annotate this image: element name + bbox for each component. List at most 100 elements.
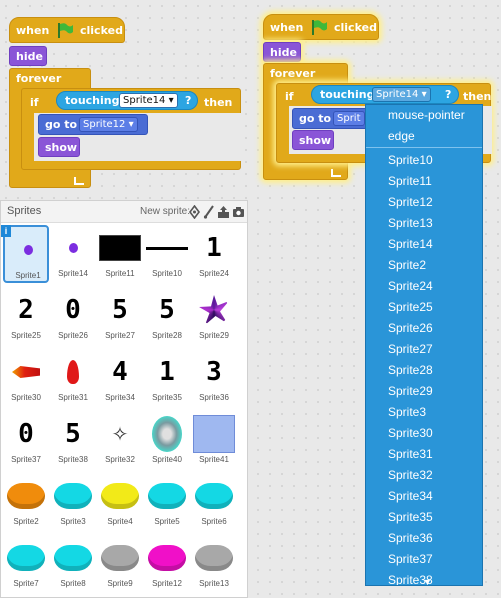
sprite-tile[interactable]: Sprite40 [144, 411, 190, 469]
sprite-name: Sprite34 [105, 393, 135, 402]
info-icon[interactable]: i [1, 225, 11, 237]
sprite-tile[interactable]: Sprite8 [50, 535, 96, 593]
sprite-tile[interactable]: Sprite29 [191, 287, 237, 345]
menu-item[interactable]: Sprite24 [366, 276, 482, 297]
clicked-label: clicked [334, 21, 377, 34]
sprite-thumbnail [191, 477, 237, 515]
upload-sprite-icon[interactable] [217, 205, 230, 219]
sprite-name: Sprite12 [152, 579, 182, 588]
sprite-tile[interactable]: 2 Sprite25 [3, 287, 49, 345]
sprite-tile[interactable]: Sprite5 [144, 473, 190, 531]
camera-icon[interactable] [232, 206, 245, 218]
sprite-tile[interactable]: 4 Sprite34 [97, 349, 143, 407]
touching-target-dropdown[interactable]: Sprite14 ▾ [119, 93, 178, 108]
paint-brush-icon[interactable] [203, 205, 215, 219]
go-to-target-dropdown[interactable]: Sprite12 ▾ [79, 117, 138, 132]
sprite-tile[interactable]: Sprite4 [97, 473, 143, 531]
sprite-thumbnail [3, 353, 49, 391]
sprite-tile[interactable]: Sprite41 [191, 411, 237, 469]
hide-block[interactable]: hide [9, 46, 47, 66]
show-block-2[interactable]: show [292, 130, 334, 150]
sprite-thumbnail: 5 [97, 291, 143, 329]
menu-item[interactable]: Sprite26 [366, 318, 482, 339]
menu-item[interactable]: Sprite2 [366, 255, 482, 276]
touching-target-value: Sprite14 [376, 89, 419, 100]
sprite-tile[interactable]: Sprite11 [97, 225, 143, 283]
chevron-down-icon: ▾ [168, 95, 174, 106]
sprite-thumbnail [50, 353, 96, 391]
menu-item[interactable]: Sprite30 [366, 423, 482, 444]
sprite-tile[interactable]: ✧ Sprite32 [97, 411, 143, 469]
sprite-name: Sprite10 [152, 269, 182, 278]
when-label: when [16, 24, 50, 37]
if-label: if [285, 90, 294, 103]
sprite-tile[interactable]: Sprite10 [144, 225, 190, 283]
menu-item[interactable]: Sprite11 [366, 171, 482, 192]
sprite-thumbnail [191, 415, 237, 453]
menu-item[interactable]: Sprite35 [366, 507, 482, 528]
menu-item[interactable]: Sprite29 [366, 381, 482, 402]
menu-item[interactable]: mouse-pointer [366, 105, 482, 126]
sprite-dropdown-menu[interactable]: mouse-pointer edge Sprite10 Sprite11 Sprite1… [365, 104, 483, 586]
touching-sensor-block[interactable]: touching Sprite14 ▾ ? [56, 91, 198, 110]
hide-block-2[interactable]: hide [263, 42, 301, 62]
sprite-tile[interactable]: 1 Sprite24 [191, 225, 237, 283]
when-flag-clicked-hat[interactable]: when clicked [9, 17, 125, 43]
sprites-title: Sprites [7, 205, 42, 217]
menu-item[interactable]: Sprite37 [366, 549, 482, 570]
loop-arrow-icon [331, 169, 341, 177]
sprite-name: Sprite30 [11, 393, 41, 402]
sprite-image [54, 545, 92, 571]
choose-sprite-from-library-icon[interactable] [188, 205, 201, 219]
sprite-tile[interactable]: Sprite12 [144, 535, 190, 593]
touching-target-dropdown-open[interactable]: Sprite14 ▾ [372, 87, 431, 102]
hide-label: hide [270, 46, 297, 59]
sprite-name: Sprite14 [58, 269, 88, 278]
sprite-tile[interactable]: Sprite6 [191, 473, 237, 531]
sprite-tile[interactable]: Sprite3 [50, 473, 96, 531]
menu-item[interactable]: Sprite31 [366, 444, 482, 465]
sprite-thumbnail: 2 [3, 291, 49, 329]
menu-item[interactable]: Sprite27 [366, 339, 482, 360]
sprite-name: Sprite3 [60, 517, 86, 526]
sprite-tile[interactable]: Sprite13 [191, 535, 237, 593]
menu-item[interactable]: Sprite12 [366, 192, 482, 213]
sprite-tile[interactable]: Sprite14 [50, 225, 96, 283]
scripting-area[interactable]: when clicked hide forever if then touchi… [0, 0, 501, 598]
menu-item[interactable]: Sprite10 [366, 150, 482, 171]
go-to-target-dropdown[interactable]: Sprit [333, 111, 365, 126]
sprite-tile[interactable]: Sprite9 [97, 535, 143, 593]
menu-item[interactable]: Sprite3 [366, 402, 482, 423]
sprite-tile[interactable]: 0 Sprite26 [50, 287, 96, 345]
sprite-tile[interactable]: 0 Sprite37 [3, 411, 49, 469]
menu-item[interactable]: Sprite32 [366, 465, 482, 486]
sprite-tile[interactable]: Sprite2 [3, 473, 49, 531]
sprite-name: Sprite11 [105, 269, 135, 278]
touching-sensor-block-2[interactable]: touching Sprite14 ▾ ? [311, 85, 459, 104]
when-flag-clicked-hat-2[interactable]: when clicked [263, 14, 379, 40]
menu-item[interactable]: Sprite25 [366, 297, 482, 318]
sprite-tile[interactable]: 5 Sprite27 [97, 287, 143, 345]
sprite-tile[interactable]: 1 Sprite35 [144, 349, 190, 407]
sprite-tile[interactable]: Sprite31 [50, 349, 96, 407]
sprite-name: Sprite38 [58, 455, 88, 464]
sprite-image [195, 483, 233, 509]
menu-item[interactable]: Sprite36 [366, 528, 482, 549]
sprite-image [152, 416, 182, 452]
sprite-tile[interactable]: 5 Sprite28 [144, 287, 190, 345]
menu-item[interactable]: Sprite28 [366, 360, 482, 381]
sprite-tile[interactable]: 3 Sprite36 [191, 349, 237, 407]
go-to-block-2[interactable]: go to Sprit [292, 108, 372, 129]
sprite-tile[interactable]: 5 Sprite38 [50, 411, 96, 469]
sprite-thumbnail: ✧ [97, 415, 143, 453]
menu-item[interactable]: Sprite34 [366, 486, 482, 507]
show-block[interactable]: show [38, 137, 80, 157]
menu-item[interactable]: Sprite14 [366, 234, 482, 255]
menu-item[interactable]: edge [366, 126, 482, 147]
go-to-block[interactable]: go to Sprite12 ▾ [38, 114, 148, 135]
sprite-tile[interactable]: Sprite7 [3, 535, 49, 593]
menu-item[interactable]: Sprite13 [366, 213, 482, 234]
when-label: when [270, 21, 304, 34]
sprite-tile[interactable]: Sprite30 [3, 349, 49, 407]
scroll-down-arrow-icon[interactable]: ▼ [423, 577, 432, 585]
